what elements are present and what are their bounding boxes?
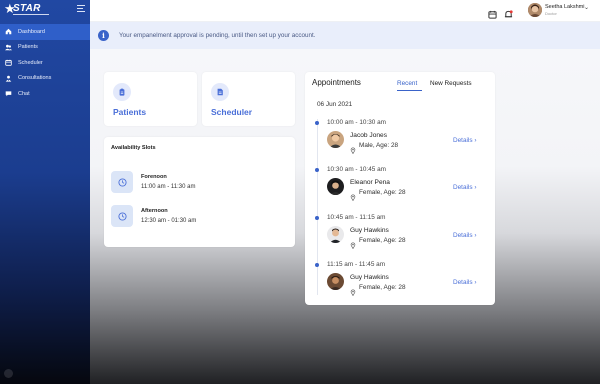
availability-title: Availability Slots xyxy=(111,145,156,151)
calendar-icon[interactable] xyxy=(488,6,497,19)
top-bar: Seetha Lakshmi Doctor ⌄ xyxy=(90,0,600,22)
sidebar-item-label: Consultations xyxy=(18,75,52,82)
patient-name[interactable]: Guy Hawkins xyxy=(350,274,389,281)
patient-info: Male, Age: 28 xyxy=(359,142,399,149)
patient-avatar xyxy=(327,273,344,290)
availability-slots-card: Availability Slots Forenoon 11:00 am - 1… xyxy=(104,137,295,247)
chat-icon xyxy=(5,90,12,97)
patient-info: Female, Age: 28 xyxy=(359,284,406,291)
location-pin-icon xyxy=(350,283,356,297)
home-icon xyxy=(5,28,12,35)
slot-name: Forenoon xyxy=(141,174,167,180)
sidebar-item-consultations[interactable]: Consultations xyxy=(0,71,90,87)
sidebar-item-chat[interactable]: Chat xyxy=(0,86,90,102)
scheduler-icon xyxy=(211,83,229,101)
quick-link-label: Patients xyxy=(113,107,147,117)
appointment-item: 11:15 am - 11:45 am Guy Hawkins Female, … xyxy=(305,259,495,305)
timeline-dot xyxy=(315,263,319,267)
appointment-time: 10:00 am - 10:30 am xyxy=(327,119,386,126)
active-tab-indicator xyxy=(397,90,422,91)
user-name[interactable]: Seetha Lakshmi xyxy=(545,4,584,10)
user-avatar[interactable] xyxy=(528,3,542,17)
menu-toggle-icon[interactable] xyxy=(77,5,85,12)
appointments-date: 06 Jun 2021 xyxy=(317,101,353,108)
patient-avatar xyxy=(327,131,344,148)
patients-icon xyxy=(5,44,12,51)
details-label: Details xyxy=(453,232,473,239)
details-link[interactable]: Details › xyxy=(453,232,476,239)
slot-forenoon[interactable]: Forenoon 11:00 am - 11:30 am xyxy=(111,171,281,195)
bell-icon[interactable] xyxy=(504,6,513,18)
tab-new-requests[interactable]: New Requests xyxy=(430,80,472,87)
quick-link-scheduler[interactable]: Scheduler xyxy=(202,72,295,126)
details-label: Details xyxy=(453,137,473,144)
appointment-time: 10:30 am - 10:45 am xyxy=(327,166,386,173)
patient-name[interactable]: Eleanor Pena xyxy=(350,179,390,186)
slot-afternoon[interactable]: Afternoon 12:30 am - 01:30 am xyxy=(111,205,281,229)
info-icon: i xyxy=(98,30,109,41)
location-pin-icon xyxy=(350,236,356,250)
approval-pending-alert: i Your empanelment approval is pending, … xyxy=(90,22,600,49)
sidebar-item-patients[interactable]: Patients xyxy=(0,40,90,56)
calendar-icon xyxy=(5,59,12,66)
appointments-card: Appointments Recent New Requests 06 Jun … xyxy=(305,72,495,305)
user-role: Doctor xyxy=(545,11,557,16)
tab-recent[interactable]: Recent xyxy=(397,80,417,87)
timeline-dot xyxy=(315,168,319,172)
appointment-item: 10:45 am - 11:15 am Guy Hawkins Female, … xyxy=(305,212,495,258)
slot-time: 11:00 am - 11:30 am xyxy=(141,184,196,190)
consultation-icon xyxy=(5,75,12,82)
sidebar-item-scheduler[interactable]: Scheduler xyxy=(0,55,90,71)
quick-link-patients[interactable]: Patients xyxy=(104,72,197,126)
details-link[interactable]: Details › xyxy=(453,137,476,144)
sidebar-item-label: Chat xyxy=(18,90,30,97)
patient-name[interactable]: Guy Hawkins xyxy=(350,227,389,234)
sidebar-item-label: Dashboard xyxy=(18,28,45,35)
patient-name[interactable]: Jacob Jones xyxy=(350,132,387,139)
clock-icon xyxy=(111,205,133,227)
appointments-title: Appointments xyxy=(312,78,361,87)
sidebar-item-dashboard[interactable]: Dashboard xyxy=(0,24,90,40)
appointment-item: 10:00 am - 10:30 am Jacob Jones Male, Ag… xyxy=(305,117,495,163)
timeline-dot xyxy=(315,121,319,125)
logo-text: STAR xyxy=(13,3,41,14)
location-pin-icon xyxy=(350,141,356,155)
slot-name: Afternoon xyxy=(141,208,168,214)
alert-message: Your empanelment approval is pending, un… xyxy=(119,32,316,39)
patient-avatar xyxy=(327,178,344,195)
appointment-time: 11:15 am - 11:45 am xyxy=(327,261,386,268)
patient-info: Female, Age: 28 xyxy=(359,237,406,244)
patient-info: Female, Age: 28 xyxy=(359,189,406,196)
patient-avatar xyxy=(327,226,344,243)
clock-icon xyxy=(111,171,133,193)
main-content: Patients Scheduler Availability Slots Fo… xyxy=(90,49,600,384)
sidebar-item-label: Patients xyxy=(18,44,38,51)
sidebar-nav: Dashboard Patients Scheduler Consultatio… xyxy=(0,24,90,102)
appointment-time: 10:45 am - 11:15 am xyxy=(327,214,386,221)
slot-time: 12:30 am - 01:30 am xyxy=(141,218,197,224)
details-label: Details xyxy=(453,184,473,191)
details-link[interactable]: Details › xyxy=(453,184,476,191)
star-logo[interactable]: ★ STAR xyxy=(4,2,50,22)
location-pin-icon xyxy=(350,188,356,202)
details-label: Details xyxy=(453,279,473,286)
details-link[interactable]: Details › xyxy=(453,279,476,286)
logo-underline xyxy=(13,14,49,18)
appointment-item: 10:30 am - 10:45 am Eleanor Pena Female,… xyxy=(305,164,495,210)
sidebar-watermark xyxy=(4,368,84,378)
chevron-down-icon[interactable]: ⌄ xyxy=(584,4,589,11)
sidebar-item-label: Scheduler xyxy=(18,59,43,66)
watermark-logo-icon xyxy=(4,368,13,378)
timeline-dot xyxy=(315,216,319,220)
quick-link-label: Scheduler xyxy=(211,107,253,117)
sidebar: ★ STAR Dashboard Patients Scheduler Cons… xyxy=(0,0,90,384)
patients-clipboard-icon xyxy=(113,83,131,101)
